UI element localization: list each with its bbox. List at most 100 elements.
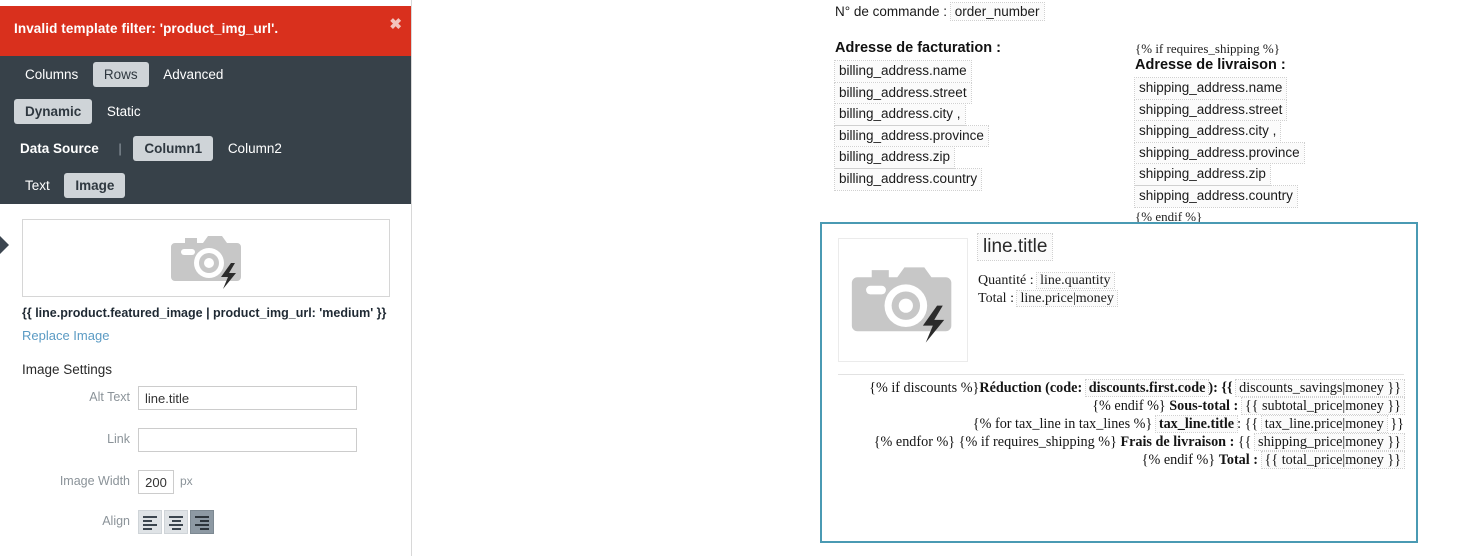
line-item-title[interactable]: line.title <box>976 233 1054 261</box>
editor-tabs: Columns Rows Advanced <box>0 62 411 87</box>
tab-rows[interactable]: Rows <box>92 62 149 87</box>
discount-endif-tag: {% endif %} <box>1092 398 1166 414</box>
data-source-divider: | <box>118 141 122 156</box>
content-type-text[interactable]: Text <box>14 173 61 198</box>
order-number-label: N° de commande : <box>835 4 947 19</box>
link-label: Link <box>107 432 130 446</box>
shipping-fee-row: {% endfor %} {% if requires_shipping %} … <box>842 433 1405 451</box>
subtotal-label: Sous-total : <box>1169 398 1239 414</box>
image-width-input[interactable] <box>138 470 174 494</box>
shipping-address-block: {% if requires_shipping %} Adresse de li… <box>1133 40 1435 225</box>
line-item-total-row: Total : line.price|money <box>978 290 1118 308</box>
error-alert-message: Invalid template filter: 'product_img_ur… <box>14 21 279 36</box>
discount-label-end: ): {{ <box>1208 380 1233 396</box>
tab-advanced[interactable]: Advanced <box>152 62 234 87</box>
billing-line[interactable]: billing_address.city , <box>834 103 966 126</box>
order-number-row: N° de commande : order_number <box>835 2 1045 21</box>
tax-price-value[interactable]: tax_line.price|money <box>1260 415 1388 433</box>
discount-row: {% if discounts %}Réduction (code: disco… <box>842 379 1405 397</box>
shipping-fee-value[interactable]: shipping_price|money }} <box>1254 433 1405 451</box>
discount-savings-value[interactable]: discounts_savings|money }} <box>1235 379 1405 397</box>
tax-for-tag: {% for tax_line in tax_lines %} <box>972 416 1153 432</box>
shipping-address-lines: shipping_address.name shipping_address.s… <box>1133 77 1435 208</box>
shipping-line[interactable]: shipping_address.country <box>1134 184 1298 208</box>
image-settings-heading: Image Settings <box>22 362 113 377</box>
subtotal-value[interactable]: {{ subtotal_price|money }} <box>1240 397 1406 415</box>
image-width-row: Image Width px <box>0 470 411 500</box>
image-editor-panel: Invalid template filter: 'product_img_ur… <box>0 0 412 556</box>
broken-image-camera-icon <box>851 267 952 343</box>
shipping-if-tag: {% if requires_shipping %} <box>1135 41 1280 56</box>
image-width-unit: px <box>180 474 193 488</box>
billing-line[interactable]: billing_address.province <box>834 124 989 148</box>
billing-line[interactable]: billing_address.country <box>833 167 983 191</box>
error-alert: Invalid template filter: 'product_img_ur… <box>0 6 411 56</box>
billing-address-heading: Adresse de facturation : <box>835 40 1001 56</box>
editor-toolbar: Columns Rows Advanced Dynamic Static Dat… <box>0 56 411 204</box>
alt-text-row: Alt Text <box>0 386 411 416</box>
link-row: Link <box>0 428 411 458</box>
close-icon[interactable]: ✖ <box>389 17 402 32</box>
discount-if-tag: {% if discounts %} <box>869 380 980 396</box>
line-item-total-label: Total : <box>978 291 1014 306</box>
tax-separator: : {{ <box>1237 416 1259 432</box>
line-item-meta: Quantité : line.quantity Total : line.pr… <box>978 272 1118 308</box>
order-totals-block: {% if discounts %}Réduction (code: disco… <box>842 379 1406 469</box>
discount-code-value[interactable]: discounts.first.code <box>1084 379 1210 397</box>
align-left-icon[interactable] <box>138 510 162 534</box>
line-item-quantity-value[interactable]: line.quantity <box>1036 272 1115 289</box>
line-item-quantity-row: Quantité : line.quantity <box>978 272 1117 290</box>
image-width-label: Image Width <box>59 474 130 488</box>
data-source-selector: Data Source | Column1 Column2 <box>0 136 411 161</box>
content-type-image[interactable]: Image <box>64 173 126 198</box>
shipping-line[interactable]: shipping_address.province <box>1134 141 1305 165</box>
shipping-line[interactable]: shipping_address.name <box>1133 77 1288 100</box>
billing-address-lines: billing_address.name billing_address.str… <box>833 60 1135 191</box>
tax-endfor-tag: {% endfor %} <box>873 434 956 450</box>
shipping-line[interactable]: shipping_address.zip <box>1134 163 1271 186</box>
tax-close-braces: }} <box>1390 416 1404 432</box>
discount-label: Réduction (code: <box>979 380 1083 396</box>
image-preview-box[interactable] <box>22 219 390 297</box>
shipping-address-heading: Adresse de livraison : <box>1135 57 1286 73</box>
replace-image-link[interactable]: Replace Image <box>22 328 109 343</box>
source-column1[interactable]: Column1 <box>133 136 214 161</box>
align-center-icon[interactable] <box>164 510 188 534</box>
line-item-quantity-label: Quantité : <box>978 273 1034 288</box>
panel-collapse-arrow-icon[interactable] <box>0 236 9 254</box>
shipping-open-braces: {{ <box>1237 434 1252 450</box>
shipping-endif-tag-2: {% endif %} <box>1141 452 1216 468</box>
tab-columns[interactable]: Columns <box>14 62 89 87</box>
shipping-line[interactable]: shipping_address.street <box>1133 98 1288 122</box>
tax-title-value[interactable]: tax_line.title <box>1154 415 1239 433</box>
broken-image-camera-icon <box>171 236 241 289</box>
billing-address-block: Adresse de facturation : billing_address… <box>833 40 1135 191</box>
shipping-fee-label: Frais de livraison : <box>1120 434 1235 450</box>
email-template-preview: N° de commande : order_number Adresse de… <box>413 0 1471 556</box>
grand-total-value[interactable]: {{ total_price|money }} <box>1260 451 1406 469</box>
billing-line[interactable]: billing_address.zip <box>833 146 956 169</box>
alt-text-input[interactable] <box>138 386 357 410</box>
grand-total-label: Total : <box>1218 452 1258 468</box>
align-row: Align <box>0 510 411 540</box>
mode-dynamic[interactable]: Dynamic <box>14 99 93 124</box>
source-column2[interactable]: Column2 <box>217 136 293 161</box>
data-source-label: Data Source <box>20 141 99 156</box>
mode-static[interactable]: Static <box>96 99 152 124</box>
mode-selector: Dynamic Static <box>0 99 411 124</box>
liquid-expression-text: {{ line.product.featured_image | product… <box>22 306 387 320</box>
line-item-thumbnail[interactable] <box>838 238 968 362</box>
shipping-line[interactable]: shipping_address.city , <box>1133 120 1282 143</box>
link-input[interactable] <box>138 428 357 452</box>
line-item-card-selected[interactable]: line.title Quantité : line.quantity Tota… <box>820 222 1418 543</box>
align-right-icon[interactable] <box>190 510 214 534</box>
grand-total-row: {% endif %} Total : {{ total_price|money… <box>842 451 1406 469</box>
order-number-value[interactable]: order_number <box>949 2 1045 21</box>
billing-line[interactable]: billing_address.name <box>834 60 972 83</box>
line-item-divider <box>838 374 1404 375</box>
billing-line[interactable]: billing_address.street <box>834 81 972 105</box>
alt-text-label: Alt Text <box>89 390 130 404</box>
content-type-selector: Text Image <box>0 173 411 198</box>
align-label: Align <box>102 514 130 528</box>
line-item-total-value[interactable]: line.price|money <box>1016 290 1118 307</box>
